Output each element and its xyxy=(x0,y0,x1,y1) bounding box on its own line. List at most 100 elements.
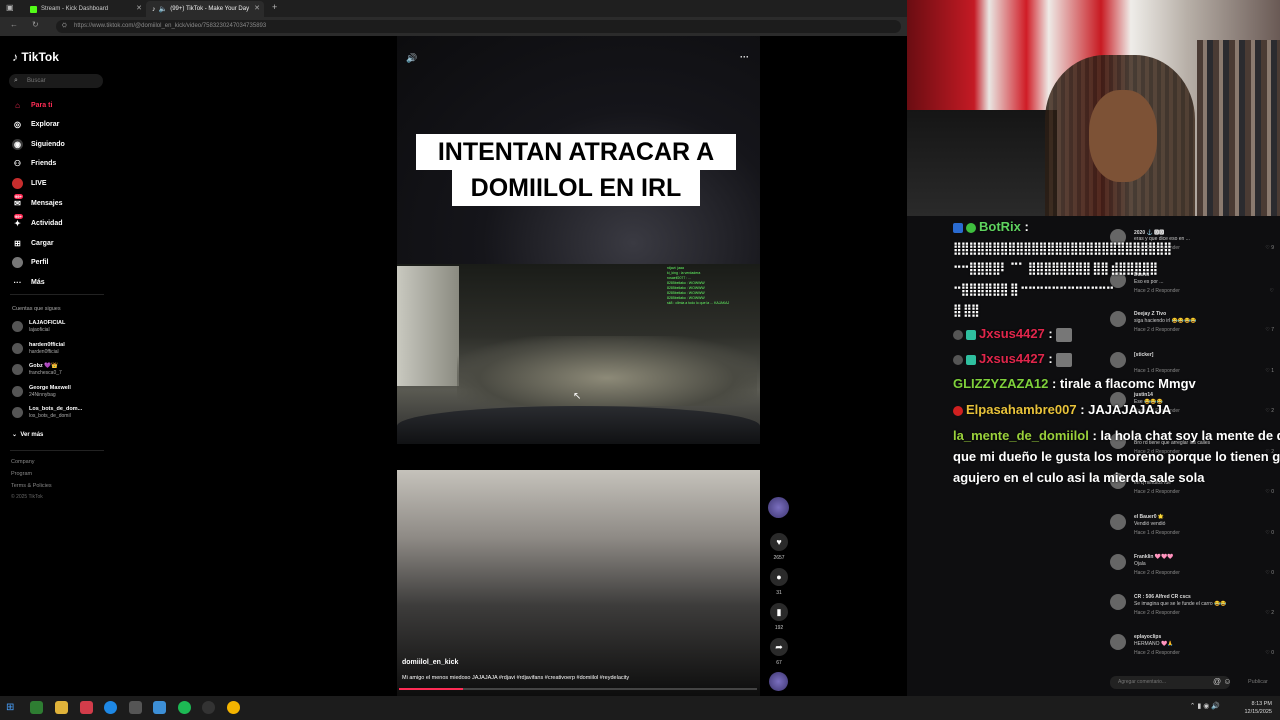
comment-like[interactable]: ♡ 0 xyxy=(1265,530,1274,536)
comment-button[interactable]: ● 31 xyxy=(769,568,789,596)
browser-tabbar: ▣ Stream - Kick Dashboard ✕ ♪ 🔈 (99+) Ti… xyxy=(0,0,907,17)
new-tab-icon[interactable]: + xyxy=(272,2,277,12)
comment-like[interactable]: ♡ 0 xyxy=(1265,650,1274,656)
account-handle: franchesca0_7 xyxy=(29,370,62,376)
comment-input[interactable]: Agregar comentario... xyxy=(1110,676,1230,689)
nav-explorar[interactable]: ◎ Explorar xyxy=(12,117,59,131)
nav-perfil[interactable]: Perfil xyxy=(12,255,49,269)
video-description: Mi amigo el menos miedoso JAJAJAJA #rdja… xyxy=(402,675,630,681)
avatar[interactable] xyxy=(1110,514,1126,530)
browser-icon[interactable] xyxy=(104,701,117,714)
account-name: George Maxwell xyxy=(29,385,71,391)
footer-program[interactable]: Program xyxy=(11,471,32,477)
following-account[interactable]: Los_bots_de_dom... los_bots_de_domil xyxy=(12,406,82,420)
nav-para-ti[interactable]: ⌂ Para ti xyxy=(12,98,52,112)
comment-like[interactable]: ♡ 0 xyxy=(1265,570,1274,576)
profile-icon xyxy=(12,256,23,268)
nav-siguiendo[interactable]: ◉ Siguiendo xyxy=(12,137,65,151)
spotify-icon[interactable] xyxy=(178,701,191,714)
url-field[interactable]: ⛭ https://www.tiktok.com/@domiilol_en_ki… xyxy=(56,20,901,33)
following-account[interactable]: George Maxwell 24Ninnybag xyxy=(12,385,71,399)
share-count: 67 xyxy=(776,660,782,666)
video-road xyxy=(457,336,757,406)
comment-username[interactable]: eplayoclips xyxy=(1134,634,1161,640)
footer-terms[interactable]: Terms & Policies xyxy=(11,483,52,489)
nav-friends[interactable]: ⚇ Friends xyxy=(12,156,56,170)
site-info-icon[interactable]: ⛭ xyxy=(62,20,67,33)
chat-message: la_mente_de_domiilol : la hola chat soy … xyxy=(953,428,1280,443)
home-icon: ⌂ xyxy=(15,100,20,110)
app-icon-pen[interactable] xyxy=(129,701,142,714)
nav-mensajes[interactable]: ✉ 99+ Mensajes xyxy=(12,193,63,210)
see-more-button[interactable]: ⌄ Ver más xyxy=(12,431,43,438)
account-name: Los_bots_de_dom... xyxy=(29,406,83,412)
following-account[interactable]: LAJAOFICIAL lajaoficial xyxy=(12,320,65,334)
music-disc-icon[interactable] xyxy=(769,672,788,691)
upload-icon: ⊞ xyxy=(14,238,21,248)
comment-like[interactable]: ♡ 2 xyxy=(1265,610,1274,616)
video-caption-line2: DOMIILOL EN IRL xyxy=(452,170,700,206)
close-icon[interactable]: ✕ xyxy=(254,4,260,12)
tab-kick-dashboard[interactable]: Stream - Kick Dashboard ✕ xyxy=(24,1,146,17)
video-progress-bar[interactable] xyxy=(399,688,757,690)
kick-favicon-icon xyxy=(30,5,37,13)
emoji-icon[interactable]: @ ☺ xyxy=(1213,677,1232,686)
video-author[interactable]: domiilol_en_kick xyxy=(402,659,458,666)
comment-meta[interactable]: Hace 2 d Responder xyxy=(1134,570,1180,576)
chat-text: que mi dueño le gusta los moreno porque … xyxy=(953,449,1280,464)
search-input[interactable]: ⌕ Buscar xyxy=(9,74,103,88)
app-icon-red[interactable] xyxy=(80,701,93,714)
share-button[interactable]: ➦ 67 xyxy=(769,638,789,666)
obs-icon[interactable] xyxy=(202,701,215,714)
comment-username[interactable]: Franklin 🩷🩷🩷 xyxy=(1134,554,1174,560)
progress-fill xyxy=(399,688,464,690)
avatar[interactable] xyxy=(1110,634,1126,650)
folder-icon[interactable] xyxy=(55,701,68,714)
following-title: Cuentas que sigues xyxy=(12,306,61,312)
publish-button[interactable]: Publicar xyxy=(1248,679,1268,685)
app-icon-steam[interactable] xyxy=(153,701,166,714)
nav-cargar[interactable]: ⊞ Cargar xyxy=(12,236,53,250)
search-icon: ⌕ xyxy=(14,77,18,84)
chrome-icon[interactable] xyxy=(227,701,240,714)
comment-meta[interactable]: Hace 1 d Responder xyxy=(1134,530,1180,536)
windows-start-icon[interactable]: ⊞ xyxy=(6,701,19,714)
webcam-face xyxy=(1089,90,1157,182)
like-button[interactable]: ♥ 2657 xyxy=(769,533,789,561)
system-tray-icons[interactable]: ⌃ ▮ ◉ 🔊 xyxy=(1190,702,1220,710)
nav-actividad[interactable]: ✦ 99+ Actividad xyxy=(12,213,63,230)
following-account[interactable]: harden0fficial harden0fficial xyxy=(12,342,65,356)
chat-message: BotRix : xyxy=(953,219,1029,234)
footer-company[interactable]: Company xyxy=(11,459,35,465)
app-icon-excel[interactable] xyxy=(30,701,43,714)
chat-art-line: ⠒⠒⣿⣿⣿⣿⠇ ⠉⠁ ⣿⣿⣿⣿⣿⣿⣿⣿ ⣿⣿ ⣾⣿⣿⣿⣿⣿ xyxy=(953,261,1158,275)
comment-username[interactable]: CR : 506 Alfred CR cscs xyxy=(1134,594,1191,600)
comment-meta[interactable]: Hace 2 d Responder xyxy=(1134,650,1180,656)
comment-meta[interactable]: Hace 2 d Responder xyxy=(1134,610,1180,616)
clock[interactable]: 8:13 PM 12/15/2025 xyxy=(1244,700,1272,716)
bookmark-button[interactable]: ▮ 192 xyxy=(769,603,789,631)
overlay-chat-line: sk8 : cllmia a todo lo que la ... KAJAKA… xyxy=(667,301,730,305)
tab-tiktok[interactable]: ♪ 🔈 (99+) TikTok - Make Your Day ✕ xyxy=(146,1,264,17)
comment-like-count: 0 xyxy=(1271,530,1274,536)
avatar[interactable] xyxy=(1110,594,1126,610)
tiktok-logo[interactable]: ♪ TikTok xyxy=(12,50,59,64)
video-player[interactable]: rdjavi: jaaa ki_king : la verdadera rosa… xyxy=(397,36,760,696)
avatar[interactable] xyxy=(1110,554,1126,570)
back-icon[interactable]: ← xyxy=(10,20,18,29)
following-account[interactable]: Gobz 💜👑 franchesca0_7 xyxy=(12,363,62,377)
bell-icon: ✦ 99+ xyxy=(14,213,23,228)
close-icon[interactable]: ✕ xyxy=(136,4,142,12)
video-gap xyxy=(397,444,760,470)
author-avatar[interactable] xyxy=(768,497,789,518)
tab-menu-icon[interactable]: ▣ xyxy=(6,3,14,12)
nav-live[interactable]: LIVE xyxy=(12,176,47,190)
reload-icon[interactable]: ↻ xyxy=(32,20,39,29)
chat-text: ⣿⣿⣿⣿⣿⣿⣿⣿⣿⣿⣿⣿⣿⣿⣿⣿⣿⣿⣿⣿⣿⣿⣿⣿⣿⣿⣿⣿ xyxy=(953,241,1172,255)
avatar xyxy=(12,364,23,375)
nav-label: LIVE xyxy=(31,179,47,187)
comment-username[interactable]: el Bauer0 🌟 xyxy=(1134,514,1164,520)
volume-icon[interactable]: 🔊 xyxy=(406,53,417,64)
nav-mas[interactable]: ··· Más xyxy=(12,275,45,289)
more-options-icon[interactable]: ··· xyxy=(740,52,749,62)
